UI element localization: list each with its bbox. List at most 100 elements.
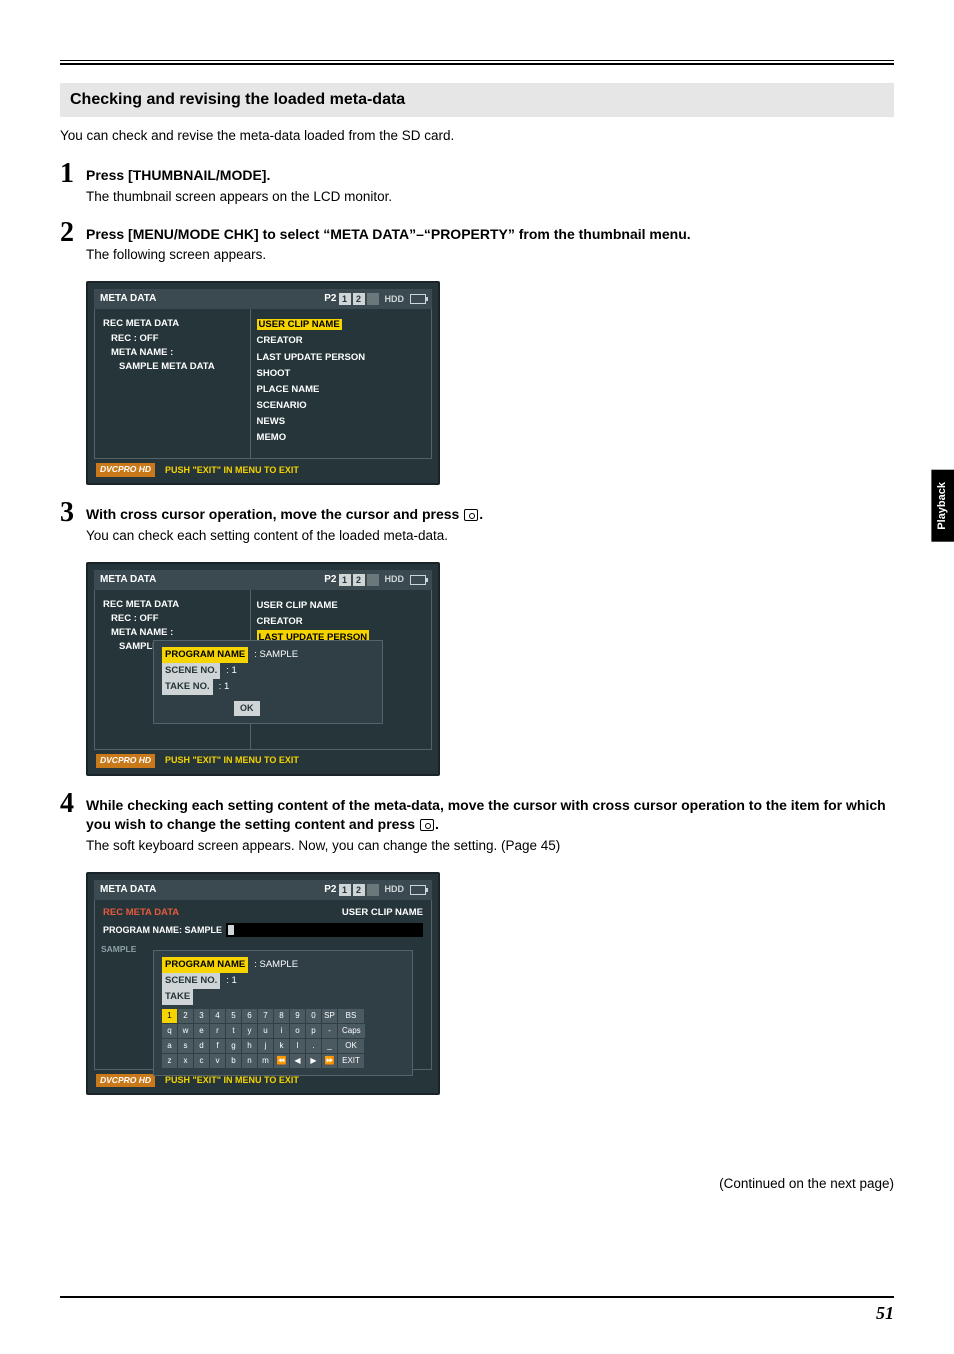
dvcpro-badge: DVCPRO HD (96, 754, 155, 768)
keyboard-key: y (242, 1024, 257, 1038)
lcd-title: META DATA (100, 573, 156, 587)
hdd-label: HDD (385, 883, 405, 896)
p2-label: P2 (324, 883, 336, 897)
keyboard-key: . (306, 1039, 321, 1053)
scene-no-label: SCENE NO. (162, 973, 220, 989)
battery-icon (410, 294, 426, 304)
take-label: TAKE (162, 989, 193, 1005)
keyboard-key: i (274, 1024, 289, 1038)
keyboard-key: m (258, 1054, 273, 1068)
creator-item: CREATOR (257, 614, 425, 630)
step-2-desc: The following screen appears. (86, 246, 894, 265)
continued-note: (Continued on the next page) (60, 1175, 894, 1194)
take-no-label: TAKE NO. (162, 679, 213, 695)
keyboard-key: o (290, 1024, 305, 1038)
program-name-value: : SAMPLE (254, 957, 298, 973)
keyboard-key: EXIT (338, 1054, 364, 1068)
memo-item: MEMO (257, 430, 425, 446)
step-3-title: With cross cursor operation, move the cu… (86, 505, 894, 525)
keyboard-key: c (194, 1054, 209, 1068)
scene-no-label: SCENE NO. (162, 663, 220, 679)
side-tab-playback: Playback (931, 470, 954, 542)
slot-inactive-icon (367, 293, 379, 305)
lcd-screenshot-2: META DATA P2 1 2 HDD REC META DATA REC :… (86, 562, 440, 776)
rec-meta-data-label: REC META DATA (103, 906, 179, 919)
slot-2-icon: 2 (353, 884, 365, 896)
keyboard-key: ⏪ (274, 1054, 289, 1068)
keyboard-key: u (258, 1024, 273, 1038)
step-number: 2 (60, 219, 86, 247)
keyboard-key: 2 (178, 1009, 193, 1023)
keyboard-key: t (226, 1024, 241, 1038)
step-1-desc: The thumbnail screen appears on the LCD … (86, 188, 894, 207)
slot-2-icon: 2 (353, 574, 365, 586)
step-2: 2 Press [MENU/MODE CHK] to select “META … (60, 223, 894, 265)
keyboard-key: l (290, 1039, 305, 1053)
battery-icon (410, 575, 426, 585)
keyboard-key: a (162, 1039, 177, 1053)
program-name-input-label: PROGRAM NAME: SAMPLE (103, 924, 222, 937)
keyboard-key: x (178, 1054, 193, 1068)
dvcpro-badge: DVCPRO HD (96, 463, 155, 477)
step-3-desc: You can check each setting content of th… (86, 527, 894, 546)
p2-label: P2 (324, 292, 336, 306)
news-item: NEWS (257, 414, 425, 430)
keyboard-key: 0 (306, 1009, 321, 1023)
step-3: 3 With cross cursor operation, move the … (60, 503, 894, 545)
keyboard-key: b (226, 1054, 241, 1068)
keyboard-key: z (162, 1054, 177, 1068)
step-4-title: While checking each setting content of t… (86, 796, 894, 835)
slot-1-icon: 1 (339, 574, 351, 586)
keyboard-key: 9 (290, 1009, 305, 1023)
keyboard-key: f (210, 1039, 225, 1053)
step-1-title: Press [THUMBNAIL/MODE]. (86, 166, 894, 186)
overlay-panel: PROGRAM NAME: SAMPLE SCENE NO.: 1 TAKE N… (153, 640, 383, 725)
lcd-title: META DATA (100, 292, 156, 306)
keyboard-key: BS (338, 1009, 364, 1023)
rec-status: REC : OFF (103, 332, 242, 346)
keyboard-key: 3 (194, 1009, 209, 1023)
program-name-label: PROGRAM NAME (162, 647, 248, 663)
keyboard-key: 6 (242, 1009, 257, 1023)
keyboard-key: n (242, 1054, 257, 1068)
scene-no-value: : 1 (226, 663, 237, 679)
soft-keyboard: 1234567890SPBS qwertyuiop-Caps asdfghjkl… (162, 1009, 404, 1068)
shoot-item: SHOOT (257, 366, 425, 382)
scenario-item: SCENARIO (257, 398, 425, 414)
battery-icon (410, 885, 426, 895)
keyboard-key: 4 (210, 1009, 225, 1023)
lcd-footer-text: PUSH "EXIT" IN MENU TO EXIT (165, 1074, 299, 1087)
keyboard-key: 1 (162, 1009, 177, 1023)
step-number: 4 (60, 790, 86, 818)
step-1: 1 Press [THUMBNAIL/MODE]. The thumbnail … (60, 164, 894, 206)
hdd-label: HDD (385, 293, 405, 306)
keyboard-key: _ (322, 1039, 337, 1053)
step-number: 1 (60, 160, 86, 188)
keyboard-key: j (258, 1039, 273, 1053)
keyboard-key: - (322, 1024, 337, 1038)
hdd-label: HDD (385, 573, 405, 586)
slot-inactive-icon (367, 884, 379, 896)
page-number: 51 (876, 1301, 894, 1326)
keyboard-key: ▶ (306, 1054, 321, 1068)
take-no-value: : 1 (219, 679, 230, 695)
keyboard-key: e (194, 1024, 209, 1038)
user-clip-name-item: USER CLIP NAME (257, 598, 425, 614)
keyboard-key: s (178, 1039, 193, 1053)
slot-1-icon: 1 (339, 293, 351, 305)
place-name-item: PLACE NAME (257, 382, 425, 398)
user-clip-name-item: USER CLIP NAME (257, 319, 342, 330)
scene-no-value: : 1 (226, 973, 237, 989)
keyboard-key: v (210, 1054, 225, 1068)
keyboard-key: d (194, 1039, 209, 1053)
dvcpro-badge: DVCPRO HD (96, 1074, 155, 1088)
program-name-value: : SAMPLE (254, 647, 298, 663)
step-number: 3 (60, 499, 86, 527)
p2-label: P2 (324, 573, 336, 587)
keyboard-key: q (162, 1024, 177, 1038)
intro-text: You can check and revise the meta-data l… (60, 127, 894, 146)
lcd-footer-text: PUSH "EXIT" IN MENU TO EXIT (165, 464, 299, 477)
meta-name-label: META NAME : (103, 346, 242, 360)
slot-2-icon: 2 (353, 293, 365, 305)
keyboard-key: ⏩ (322, 1054, 337, 1068)
